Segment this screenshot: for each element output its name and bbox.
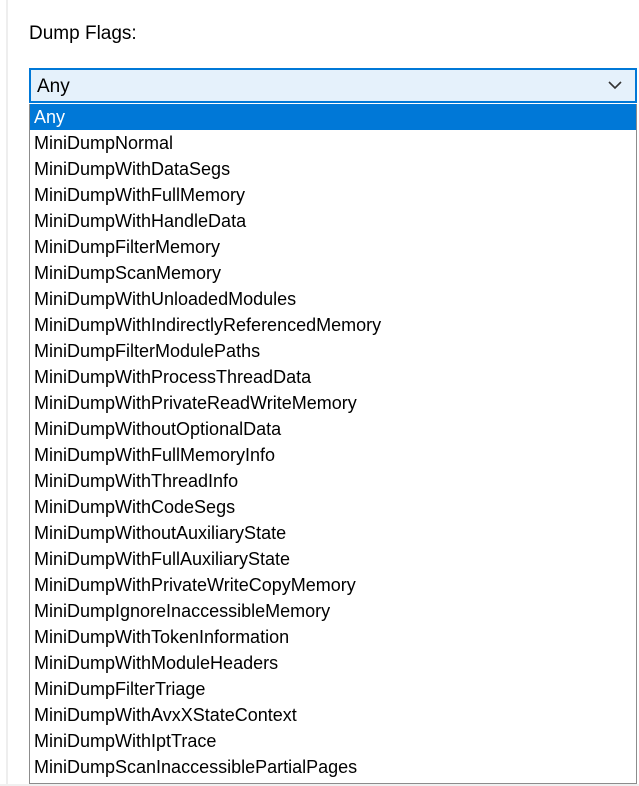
combobox-selected-value: Any <box>37 76 70 97</box>
chevron-down-icon-graphic <box>608 81 622 90</box>
dropdown-option[interactable]: MiniDumpFilterTriage <box>30 676 636 702</box>
dropdown-option[interactable]: MiniDumpWithThreadInfo <box>30 468 636 494</box>
dropdown-option[interactable]: MiniDumpWithProcessThreadData <box>30 364 636 390</box>
dropdown-option[interactable]: MiniDumpWithoutAuxiliaryState <box>30 520 636 546</box>
dropdown-option[interactable]: MiniDumpIgnoreInaccessibleMemory <box>30 598 636 624</box>
dropdown-option[interactable]: MiniDumpWithIptTrace <box>30 728 636 754</box>
dropdown-option[interactable]: MiniDumpScanInaccessiblePartialPages <box>30 754 636 780</box>
dropdown-option[interactable]: MiniDumpWithIndirectlyReferencedMemory <box>30 312 636 338</box>
chevron-down-icon[interactable] <box>605 75 625 95</box>
dropdown-option[interactable]: MiniDumpScanMemory <box>30 260 636 286</box>
dropdown-option[interactable]: MiniDumpWithTokenInformation <box>30 624 636 650</box>
window-left-border <box>6 0 8 786</box>
dropdown-option[interactable]: MiniDumpWithDataSegs <box>30 156 636 182</box>
dropdown-option[interactable]: MiniDumpFilterModulePaths <box>30 338 636 364</box>
dropdown-option[interactable]: MiniDumpWithFullMemoryInfo <box>30 442 636 468</box>
dropdown-option[interactable]: MiniDumpWithoutOptionalData <box>30 416 636 442</box>
dump-flags-dropdown-list[interactable]: Any MiniDumpNormal MiniDumpWithDataSegs Min… <box>29 104 637 784</box>
dropdown-option[interactable]: MiniDumpWithPrivateReadWriteMemory <box>30 390 636 416</box>
dropdown-option[interactable]: MiniDumpWithFullAuxiliaryState <box>30 546 636 572</box>
dropdown-option[interactable]: MiniDumpNormal <box>30 130 636 156</box>
dropdown-option[interactable]: MiniDumpWithFullMemory <box>30 182 636 208</box>
dropdown-option[interactable]: Any <box>30 104 636 130</box>
dropdown-option[interactable]: MiniDumpWithCodeSegs <box>30 494 636 520</box>
dropdown-option[interactable]: MiniDumpWithPrivateWriteCopyMemory <box>30 572 636 598</box>
dropdown-option[interactable]: MiniDumpWithAvxXStateContext <box>30 702 636 728</box>
dump-flags-combobox[interactable]: Any <box>29 68 637 103</box>
dropdown-option[interactable]: MiniDumpFilterMemory <box>30 234 636 260</box>
dropdown-option[interactable]: MiniDumpWithHandleData <box>30 208 636 234</box>
dump-flags-label: Dump Flags: <box>29 23 137 44</box>
dropdown-option[interactable]: MiniDumpWithModuleHeaders <box>30 650 636 676</box>
dropdown-option[interactable]: MiniDumpWithUnloadedModules <box>30 286 636 312</box>
